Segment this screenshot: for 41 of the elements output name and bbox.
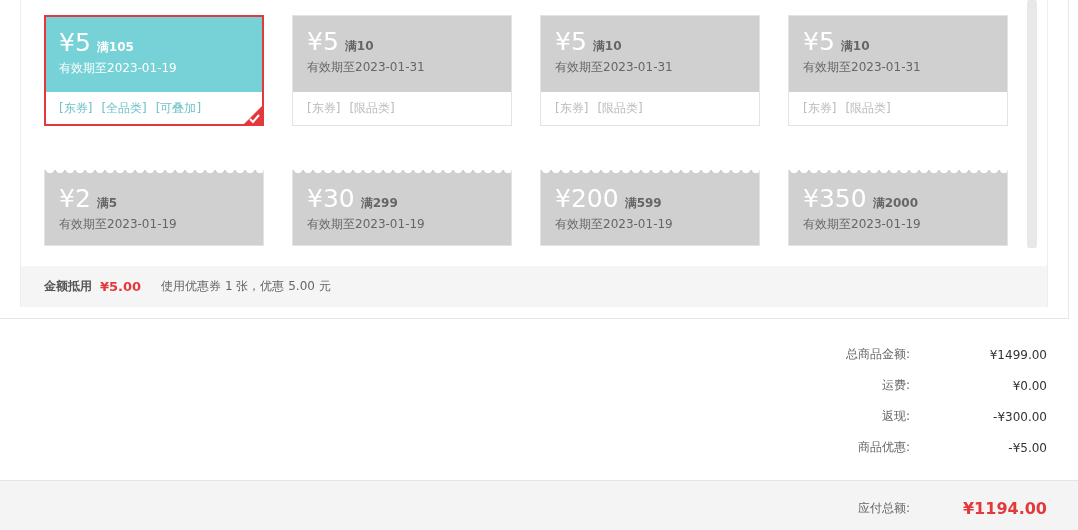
coupon-tag: [东券]	[307, 100, 341, 117]
coupon-threshold: 满599	[624, 195, 662, 212]
coupon-expiry: 有效期至2023-01-19	[555, 216, 674, 233]
coupon-tag: [限品类]	[349, 100, 395, 117]
payable-value: ¥1194.00	[962, 499, 1047, 518]
coupon-threshold: 满5	[96, 195, 118, 212]
total-label: 返现:	[881, 408, 910, 425]
coupon-expiry: 有效期至2023-01-31	[307, 59, 426, 76]
coupon-tag: [东券]	[59, 99, 93, 117]
coupon-tag: [限品类]	[845, 100, 891, 117]
total-label: 运费:	[881, 377, 910, 394]
coupon-tag: [东券]	[803, 100, 837, 117]
total-value: -¥5.00	[1007, 440, 1047, 455]
coupon-threshold: 满10	[840, 38, 870, 55]
coupon-threshold: 满105	[96, 39, 134, 56]
coupon-tag: [东券]	[555, 100, 589, 117]
coupon-threshold: 满10	[592, 38, 622, 55]
coupon-expiry: 有效期至2023-01-31	[803, 59, 922, 76]
checkmark-icon	[243, 105, 263, 125]
discount-note: 使用优惠券 1 张，优惠 5.00 元	[161, 278, 331, 295]
coupon-expiry: 有效期至2023-01-19	[803, 216, 922, 233]
total-value: ¥0.00	[1011, 378, 1047, 393]
coupon-tag: [全品类]	[101, 99, 147, 117]
coupon-expiry: 有效期至2023-01-19	[307, 216, 426, 233]
discount-amount: ¥5.00	[100, 279, 142, 294]
discount-label: 金额抵用	[44, 278, 92, 295]
coupon-amount: ¥5	[59, 28, 91, 58]
total-label: 商品优惠:	[857, 439, 910, 456]
coupon-tag: [可叠加]	[155, 99, 202, 117]
total-label: 总商品金额:	[845, 346, 910, 363]
payable-label: 应付总额:	[857, 500, 910, 517]
coupon-threshold: 满2000	[872, 195, 919, 212]
coupon-expiry: 有效期至2023-01-19	[59, 216, 178, 233]
coupon-threshold: 满10	[344, 38, 374, 55]
coupon-expiry: 有效期至2023-01-31	[555, 59, 674, 76]
coupon-threshold: 满299	[360, 195, 398, 212]
coupon-expiry: 有效期至2023-01-19	[59, 60, 178, 77]
total-value: ¥1499.00	[988, 347, 1047, 362]
coupon-card[interactable]: ¥5 满105 有效期至2023-01-19 [东券] [全品类] [可叠加]	[44, 15, 264, 126]
total-value: -¥300.00	[992, 409, 1047, 424]
coupon-tag: [限品类]	[597, 100, 643, 117]
